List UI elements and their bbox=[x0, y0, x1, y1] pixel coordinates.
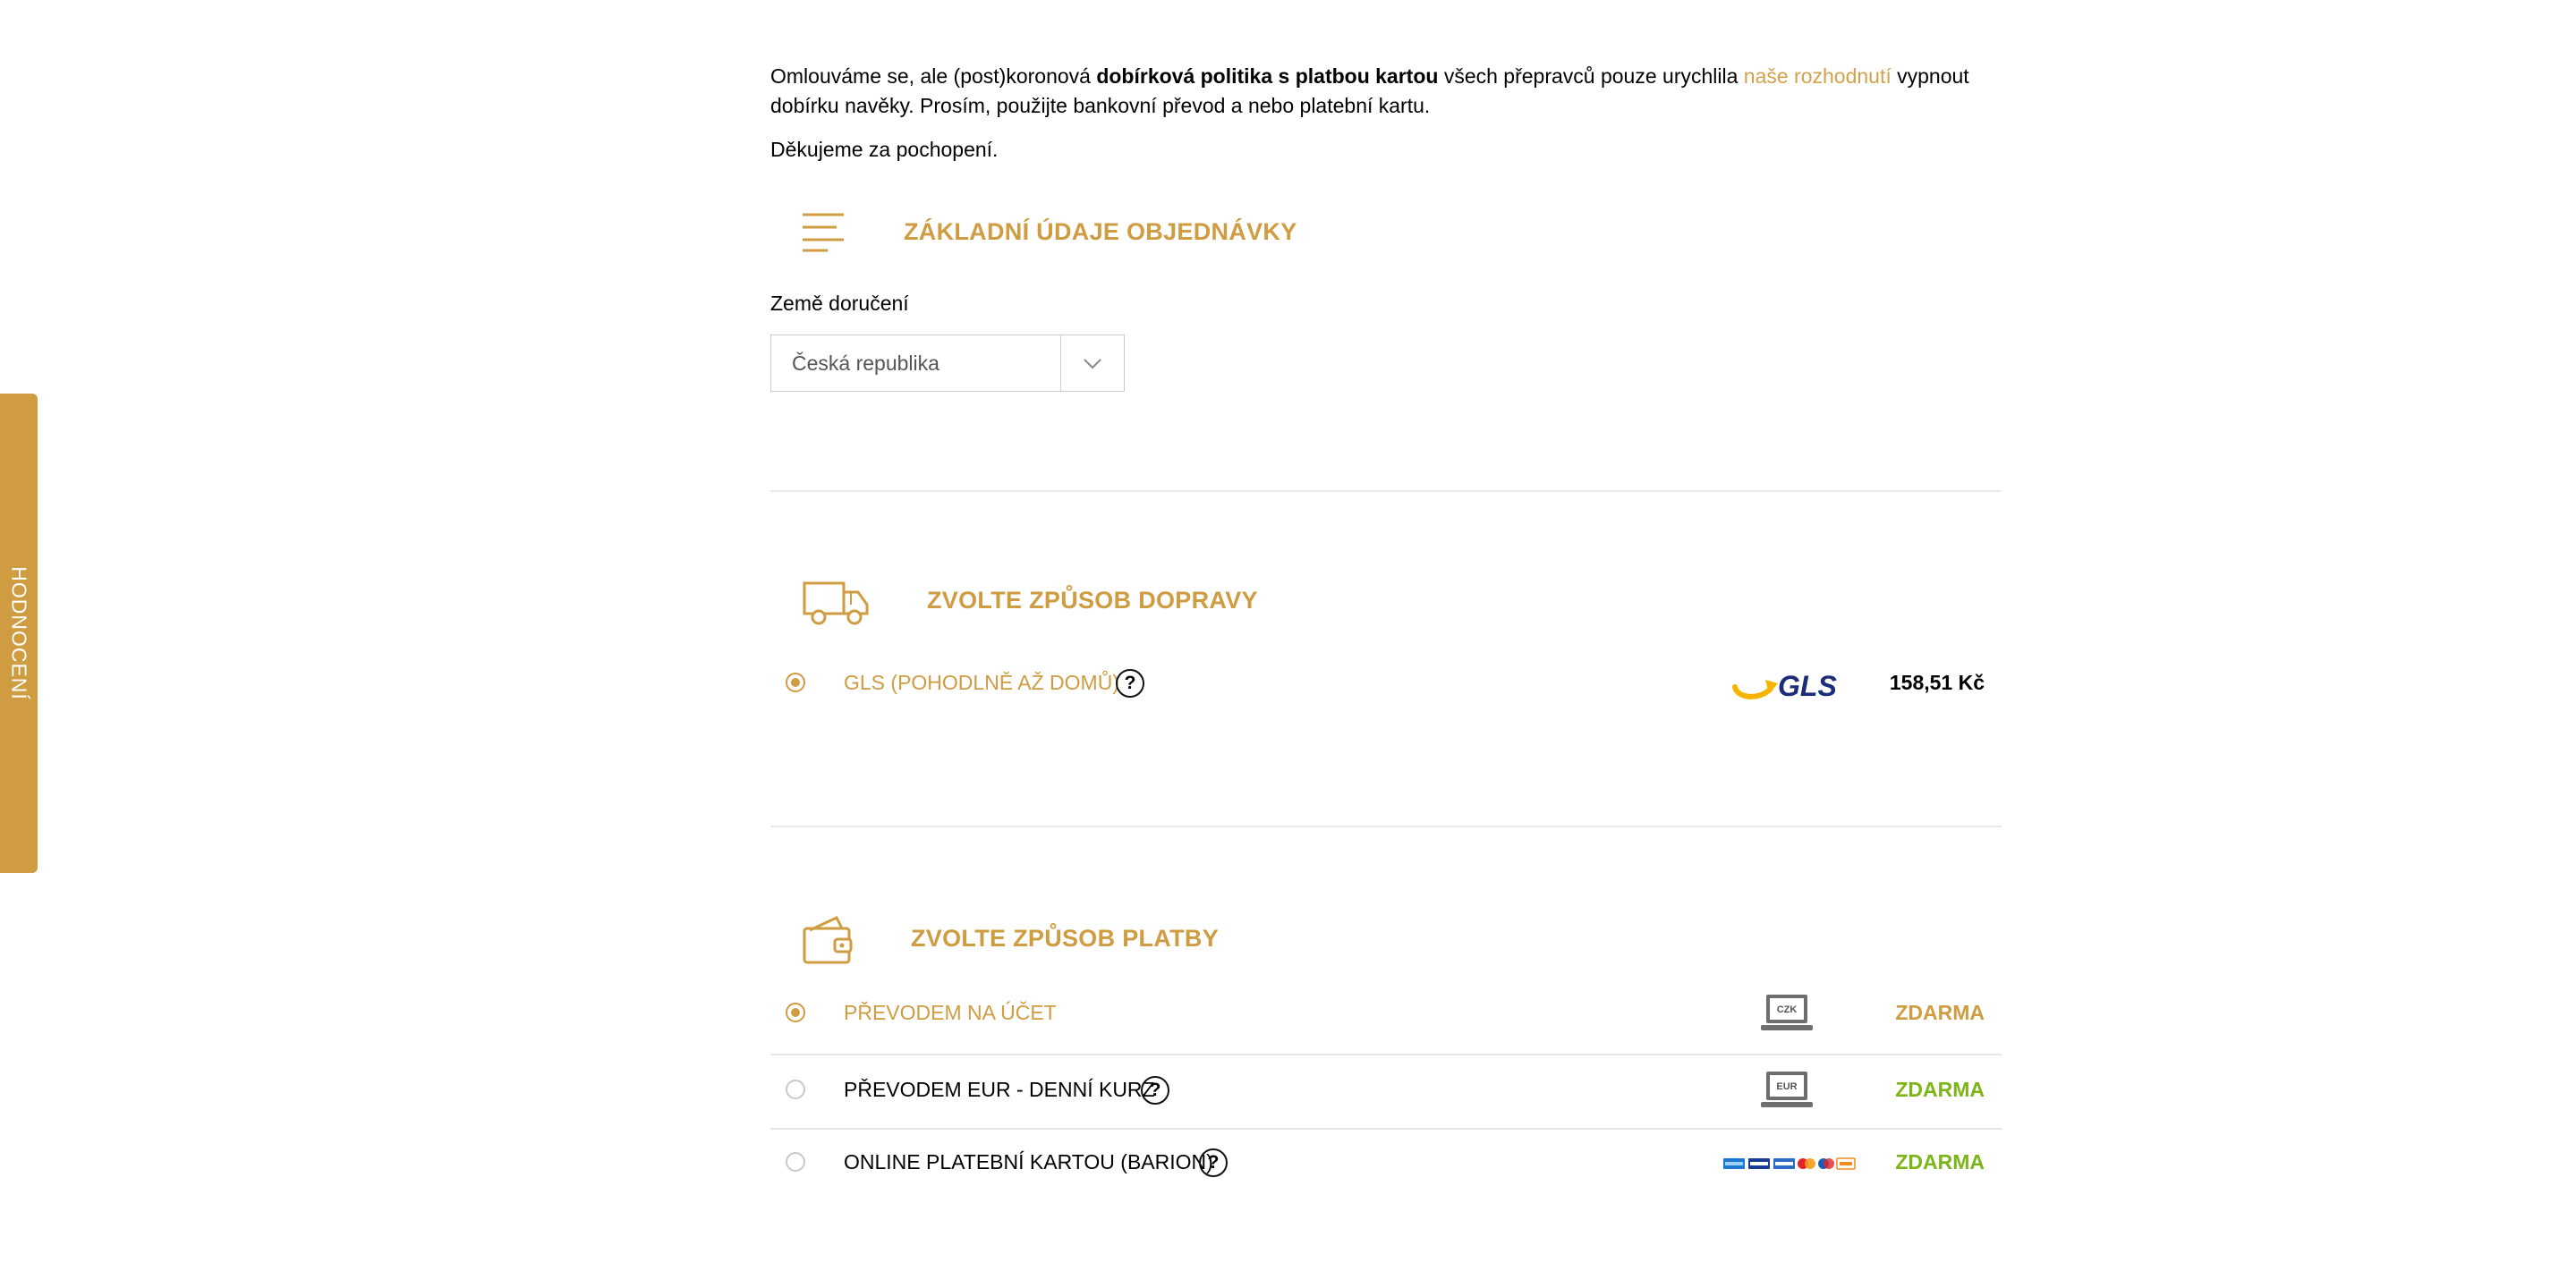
card-brands-icon bbox=[1723, 1157, 1856, 1170]
notice-bold-text: dobírková politika s platbou kartou bbox=[1096, 64, 1439, 88]
basic-section-title: ZÁKLADNÍ ÚDAJE OBJEDNÁVKY bbox=[904, 218, 1297, 245]
rating-side-tab[interactable]: HODNOCENÍ bbox=[0, 394, 38, 873]
cod-notice: Omlouváme se, ale (post)koronová dobírko… bbox=[770, 62, 2002, 121]
payment-section-title: ZVOLTE ZPŮSOB PLATBY bbox=[911, 925, 1220, 952]
notice-text: všech přepravců pouze urychlila bbox=[1438, 64, 1744, 88]
payment-option-czk[interactable]: PŘEVODEM NA ÚČET CZK ZDARMA bbox=[770, 980, 2002, 1052]
select-divider bbox=[1060, 335, 1061, 391]
laptop-eur-text: EUR bbox=[1776, 1081, 1797, 1092]
payment-radio-card[interactable] bbox=[786, 1152, 805, 1172]
help-icon[interactable]: ? bbox=[1199, 1148, 1228, 1177]
shipping-section-title: ZVOLTE ZPŮSOB DOPRAVY bbox=[927, 587, 1258, 614]
payment-option-label[interactable]: PŘEVODEM EUR - DENNÍ KURZ bbox=[844, 1078, 1155, 1102]
gls-logo-text: GLS bbox=[1778, 670, 1837, 702]
chevron-down-icon[interactable] bbox=[1080, 352, 1105, 377]
shipping-option-label[interactable]: GLS (POHODLNĚ AŽ DOMŮ) bbox=[844, 671, 1119, 695]
laptop-czk-text: CZK bbox=[1777, 1004, 1798, 1015]
help-icon[interactable]: ? bbox=[1141, 1076, 1169, 1105]
payment-radio-czk[interactable] bbox=[786, 1003, 805, 1022]
laptop-eur-icon: EUR bbox=[1761, 1072, 1813, 1107]
list-lines-icon bbox=[803, 213, 844, 252]
truck-icon bbox=[803, 581, 869, 625]
payment-price: ZDARMA bbox=[1895, 1150, 1985, 1174]
payment-price: ZDARMA bbox=[1895, 1001, 1985, 1024]
laptop-czk-icon: CZK bbox=[1761, 995, 1813, 1030]
help-icon[interactable]: ? bbox=[1116, 669, 1144, 698]
payment-option-label[interactable]: PŘEVODEM NA ÚČET bbox=[844, 1001, 1057, 1025]
section-divider bbox=[770, 490, 2002, 492]
notice-text: Omlouváme se, ale (post)koronová bbox=[770, 64, 1097, 88]
payment-option-eur[interactable]: PŘEVODEM EUR - DENNÍ KURZ ? EUR ZDARMA bbox=[770, 1054, 2002, 1127]
gls-logo-icon: GLS bbox=[1732, 670, 1837, 702]
wallet-icon bbox=[803, 916, 853, 964]
country-select[interactable]: Česká republika bbox=[770, 335, 1125, 392]
payment-option-card[interactable]: ONLINE PLATEBNÍ KARTOU (BARION) ? ZDARMA bbox=[770, 1128, 2002, 1201]
shipping-price: 158,51 Kč bbox=[1889, 671, 1985, 694]
thanks-text: Děkujeme za pochopení. bbox=[770, 138, 999, 161]
rating-side-tab-label: HODNOCENÍ bbox=[7, 566, 31, 700]
shipping-radio-gls[interactable] bbox=[786, 673, 805, 692]
section-divider bbox=[770, 826, 2002, 827]
country-select-value: Česká republika bbox=[792, 352, 939, 375]
country-label: Země doručení bbox=[770, 292, 909, 315]
decision-link[interactable]: naše rozhodnutí bbox=[1744, 64, 1892, 88]
shipping-option-gls[interactable]: GLS (POHODLNĚ AŽ DOMŮ) ? GLS 158,51 Kč bbox=[770, 650, 2002, 722]
payment-price: ZDARMA bbox=[1895, 1078, 1985, 1101]
payment-option-label[interactable]: ONLINE PLATEBNÍ KARTOU (BARION) bbox=[844, 1150, 1213, 1174]
payment-radio-eur[interactable] bbox=[786, 1080, 805, 1099]
